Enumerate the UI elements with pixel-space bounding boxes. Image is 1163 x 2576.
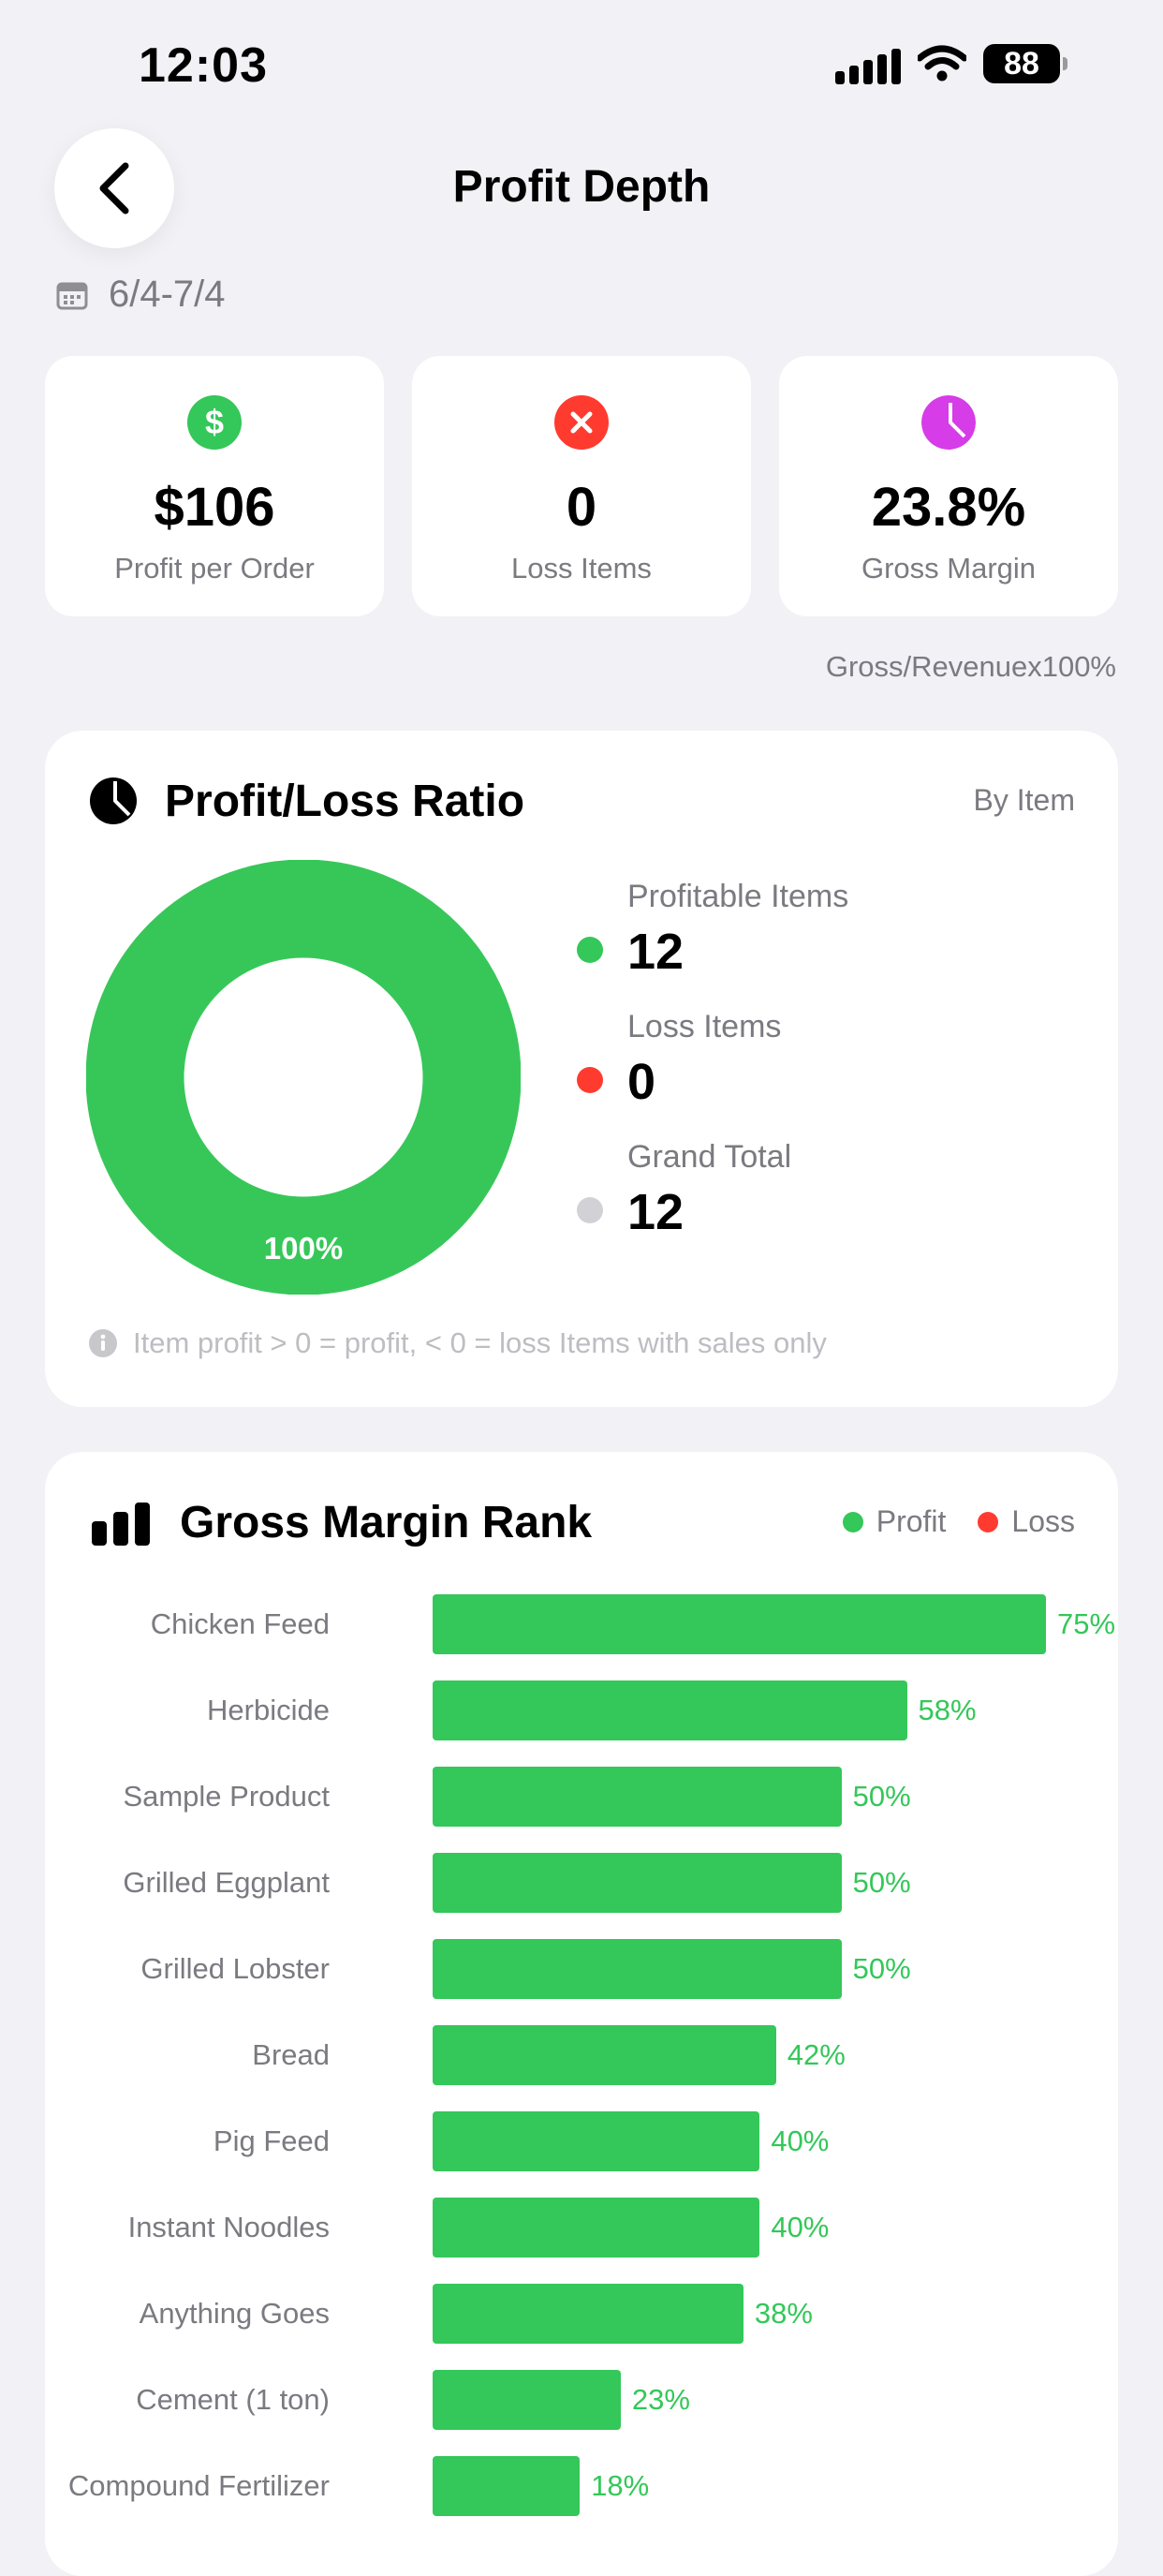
status-time: 12:03	[139, 38, 268, 93]
stat-label: Loss Items	[511, 552, 652, 585]
status-icons: 88	[835, 43, 1067, 84]
bar-value-label: 50%	[852, 1866, 911, 1899]
legend-dot	[577, 937, 603, 963]
donut-segment-profit	[86, 860, 521, 1295]
bar-value-label: 50%	[852, 1780, 911, 1813]
bar	[433, 2456, 581, 2516]
bar-category-label: Sample Product	[123, 1780, 330, 1813]
bar-category-label: Anything Goes	[139, 2297, 330, 2330]
bar-value-label: 75%	[1057, 1607, 1116, 1640]
stat-value: $106	[154, 477, 275, 538]
gross-margin-rank-card: Gross Margin Rank Profit Loss Chicken Fe…	[45, 1452, 1118, 2576]
bar-row: Compound Fertilizer 18%	[45, 2456, 1118, 2516]
bar-value-label: 18%	[591, 2469, 650, 2502]
bar	[433, 1594, 1046, 1654]
stat-card-profit-per-order: $ $106 Profit per Order	[45, 356, 384, 616]
ratio-legend: Profitable Items 12 Loss Items 0 Grand T…	[577, 879, 848, 1241]
stat-value: 23.8%	[871, 477, 1026, 538]
donut-chart: 100%	[86, 860, 521, 1295]
bar	[433, 1853, 842, 1913]
bar	[433, 2111, 760, 2171]
bar-row: Grilled Lobster 50%	[45, 1939, 1118, 1999]
bar-category-label: Grilled Lobster	[140, 1952, 330, 1985]
bar	[433, 1939, 842, 1999]
stat-card-loss-items: 0 Loss Items	[412, 356, 751, 616]
bar-value-label: 23%	[631, 2383, 690, 2416]
bar-row: Chicken Feed 75%	[45, 1594, 1118, 1654]
card-title: Gross Margin Rank	[180, 1498, 593, 1547]
pie-chart-icon	[90, 777, 137, 824]
legend-label: Profitable Items	[627, 879, 849, 914]
legend-value: 12	[627, 1184, 685, 1240]
calendar-icon	[56, 282, 88, 309]
page-title: Profit Depth	[452, 162, 711, 212]
legend-dot-loss	[978, 1511, 999, 1532]
bar-row: Instant Noodles 40%	[45, 2198, 1118, 2258]
bar-chart-icon	[92, 1503, 150, 1546]
wifi-icon	[918, 45, 966, 81]
bar-value-label: 38%	[754, 2297, 813, 2330]
bar	[433, 1680, 907, 1740]
legend-profit-label: Profit	[876, 1504, 947, 1538]
bar-category-label: Pig Feed	[213, 2124, 330, 2157]
date-range-label: 6/4-7/4	[109, 274, 226, 315]
bar	[433, 1767, 842, 1827]
stat-value: 0	[566, 477, 597, 538]
bar-row: Cement (1 ton) 23%	[45, 2370, 1118, 2430]
x-octagon-icon	[554, 395, 609, 450]
bar-category-label: Bread	[252, 2038, 330, 2071]
legend-loss-label: Loss	[1011, 1504, 1075, 1538]
bar-category-label: Herbicide	[207, 1694, 330, 1726]
dollar-icon: $	[187, 395, 242, 450]
bar-row: Bread 42%	[45, 2025, 1118, 2085]
bar-category-label: Grilled Eggplant	[123, 1866, 330, 1899]
ratio-info-note: Item profit > 0 = profit, < 0 = loss Ite…	[88, 1326, 827, 1360]
stat-card-gross-margin: 23.8% Gross Margin	[779, 356, 1118, 616]
legend-label: Loss Items	[627, 1009, 782, 1044]
legend-profitable-items: Profitable Items 12	[577, 879, 848, 981]
cellular-signal-icon	[835, 43, 901, 84]
legend-grand-total: Grand Total 12	[577, 1139, 848, 1241]
stat-label: Profit per Order	[114, 552, 315, 585]
stat-label: Gross Margin	[861, 552, 1037, 585]
bar-row: Grilled Eggplant 50%	[45, 1853, 1118, 1913]
bar	[433, 2198, 760, 2258]
margin-bar-chart: Chicken Feed 75% Herbicide 58% Sample Produc…	[45, 1594, 1118, 2569]
by-item-toggle[interactable]: By Item	[974, 783, 1075, 818]
bar-row: Sample Product 50%	[45, 1767, 1118, 1827]
bar-value-label: 58%	[918, 1694, 977, 1726]
bar-category-label: Chicken Feed	[150, 1607, 330, 1640]
rank-legend: Profit Loss	[842, 1504, 1075, 1539]
legend-value: 0	[627, 1054, 656, 1110]
bar	[433, 2284, 743, 2344]
info-icon	[89, 1329, 117, 1357]
bar	[433, 2025, 776, 2085]
battery-icon: 88	[983, 44, 1067, 83]
battery-level: 88	[1004, 45, 1039, 81]
bar	[433, 2370, 621, 2430]
bar-row: Herbicide 58%	[45, 1680, 1118, 1740]
info-note-text: Item profit > 0 = profit, < 0 = loss Ite…	[133, 1326, 827, 1359]
donut-percent-label: 100%	[264, 1231, 343, 1266]
pie-chart-icon	[921, 395, 976, 450]
legend-label: Grand Total	[627, 1139, 792, 1175]
legend-dot-profit	[842, 1511, 863, 1532]
legend-value: 12	[627, 924, 685, 980]
legend-loss-items: Loss Items 0	[577, 1009, 848, 1111]
legend-dot	[577, 1067, 603, 1093]
bar-value-label: 50%	[852, 1952, 911, 1985]
bar-value-label: 42%	[787, 2038, 846, 2071]
date-range-selector[interactable]: 6/4-7/4	[56, 274, 226, 316]
legend-dot	[577, 1197, 603, 1223]
bar-value-label: 40%	[771, 2211, 830, 2243]
bar-category-label: Cement (1 ton)	[136, 2383, 330, 2416]
bar-category-label: Compound Fertilizer	[67, 2469, 330, 2502]
bar-value-label: 40%	[771, 2124, 830, 2157]
bar-row: Anything Goes 38%	[45, 2284, 1118, 2344]
profit-loss-ratio-card: Profit/Loss Ratio By Item 100% Profitabl…	[45, 731, 1118, 1407]
card-title: Profit/Loss Ratio	[165, 777, 525, 826]
bar-category-label: Instant Noodles	[127, 2211, 330, 2243]
bar-row: Pig Feed 40%	[45, 2111, 1118, 2171]
formula-note: Gross/Revenuex100%	[825, 650, 1116, 683]
